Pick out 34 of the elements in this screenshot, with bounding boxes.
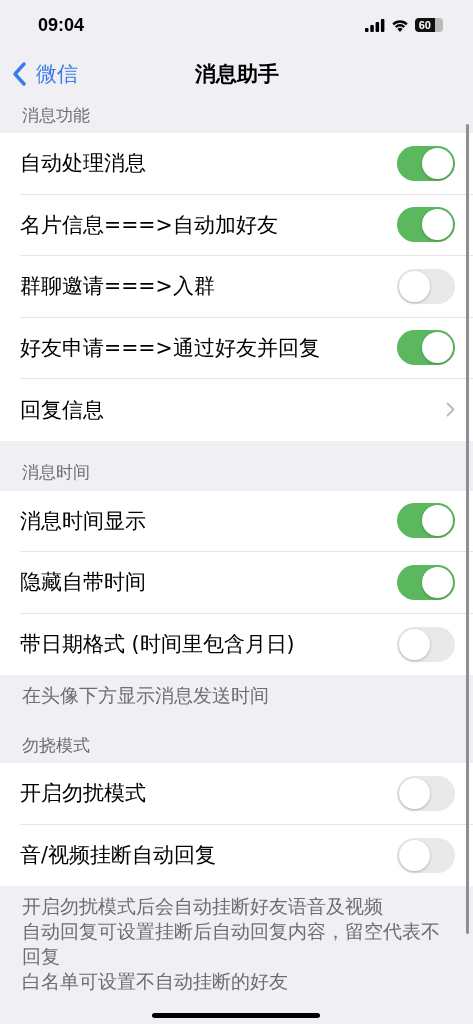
footer-note: 自动回复可设置挂断后自动回复内容，留空代表不回复 bbox=[22, 920, 441, 969]
toggle-switch[interactable] bbox=[397, 145, 455, 181]
footer-note: 开启勿扰模式后会自动挂断好友语音及视频 bbox=[22, 895, 383, 919]
footer-note: 在头像下方显示消息发送时间 bbox=[22, 684, 269, 708]
wifi-icon bbox=[390, 18, 409, 32]
status-time: 09:04 bbox=[38, 14, 85, 36]
setting-label: 音/视频挂断自动回复 bbox=[20, 842, 216, 870]
section-header: 消息时间 bbox=[22, 461, 90, 484]
toggle-switch[interactable] bbox=[397, 626, 455, 662]
toggle-switch[interactable] bbox=[397, 330, 455, 366]
battery-indicator: 60 bbox=[414, 18, 443, 32]
back-button[interactable]: 微信 bbox=[0, 60, 78, 88]
setting-label: 回复信息 bbox=[20, 396, 104, 424]
setting-label: 带日期格式 (时间里包含月日) bbox=[20, 631, 295, 659]
toggle-switch[interactable] bbox=[397, 564, 455, 600]
toggle-switch[interactable] bbox=[397, 837, 455, 873]
page-title: 消息助手 bbox=[194, 61, 279, 88]
setting-label: 好友申请===>通过好友并回复 bbox=[20, 334, 320, 362]
toggle-switch[interactable] bbox=[397, 503, 455, 539]
section-header: 消息功能 bbox=[22, 104, 90, 127]
toggle-switch[interactable] bbox=[397, 207, 455, 243]
back-chevron-icon bbox=[12, 62, 26, 86]
footer-note: 白名单可设置不自动挂断的好友 bbox=[22, 970, 288, 994]
setting-label: 群聊邀请===>入群 bbox=[20, 273, 215, 301]
setting-label: 名片信息===>自动加好友 bbox=[20, 211, 278, 239]
setting-label: 自动处理消息 bbox=[20, 150, 146, 178]
setting-label: 消息时间显示 bbox=[20, 507, 146, 535]
setting-label: 开启勿扰模式 bbox=[20, 780, 146, 808]
setting-label: 隐藏自带时间 bbox=[20, 569, 146, 597]
section-header: 勿挠模式 bbox=[22, 734, 90, 757]
chevron-right-icon[interactable] bbox=[446, 402, 455, 418]
toggle-switch[interactable] bbox=[397, 775, 455, 811]
toggle-switch[interactable] bbox=[397, 268, 455, 304]
signal-icon bbox=[364, 18, 385, 32]
